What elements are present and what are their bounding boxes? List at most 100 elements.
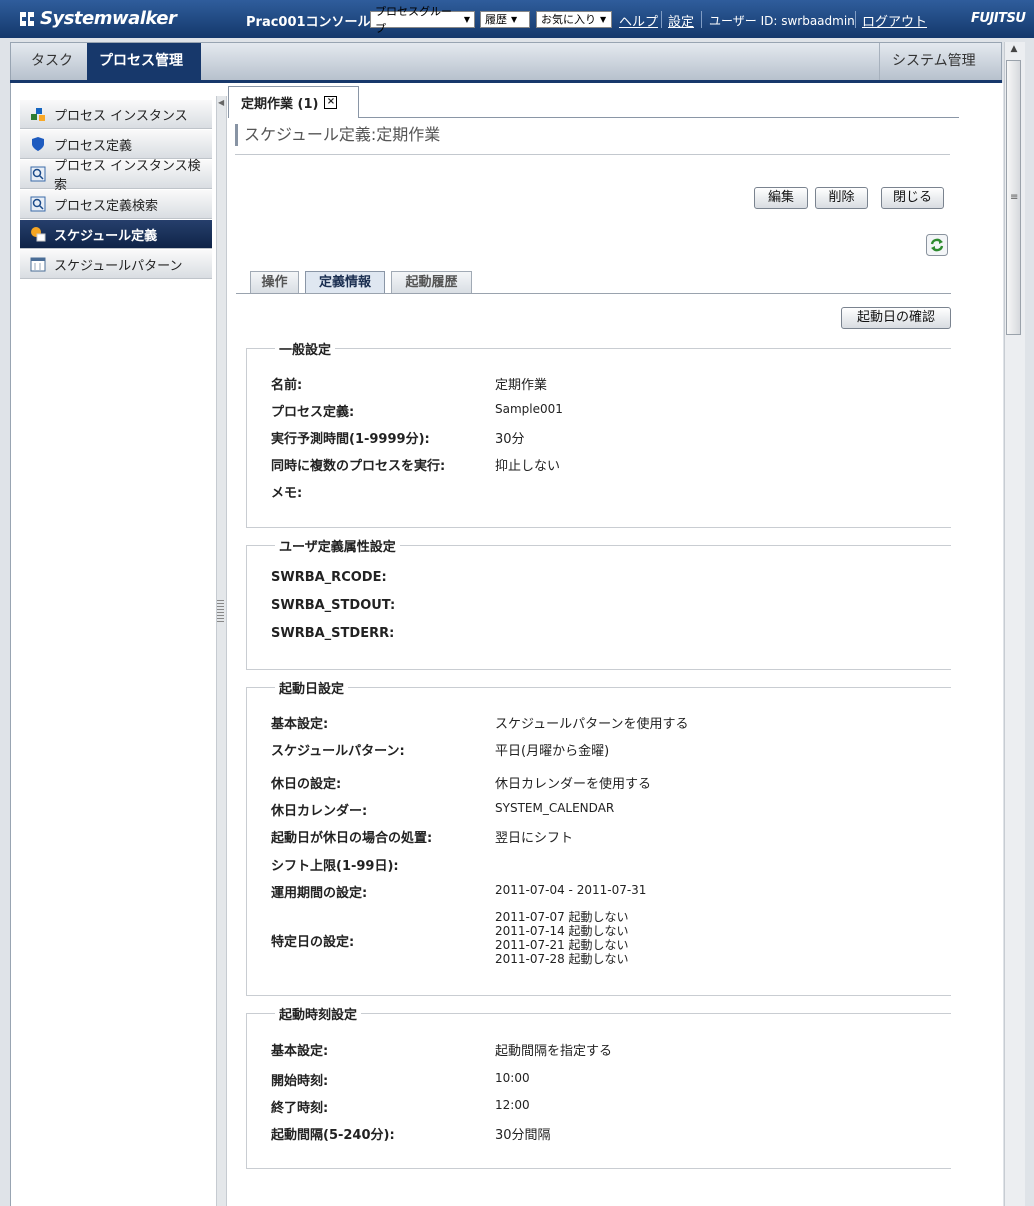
group-legend: 起動時刻設定 (275, 1004, 362, 1023)
close-button[interactable]: 閉じる (881, 187, 944, 209)
sidebar-item-label: スケジュール定義 (54, 228, 158, 244)
field-label: 同時に複数のプロセスを実行: (271, 459, 446, 474)
console-title: Prac001コンソール (246, 15, 371, 30)
specific-date-line: 2011-07-21 起動しない (495, 938, 629, 952)
field-value: 30分 (495, 432, 525, 447)
favorites-label: お気に入り (541, 13, 596, 26)
field-label: 特定日の設定: (271, 935, 355, 950)
user-id-label: ユーザー ID: swrbaadmin (709, 14, 855, 28)
edit-button[interactable]: 編集 (754, 187, 808, 209)
calendar-icon (30, 257, 46, 272)
field-value: 抑止しない (495, 459, 561, 474)
shield-icon (32, 137, 44, 151)
field-label: 基本設定: (271, 1044, 329, 1059)
refresh-icon[interactable] (926, 234, 948, 256)
sidebar: プロセス インスタンス プロセス定義 プロセス インスタンス検索 プロセス定義検… (20, 100, 212, 280)
general-settings-group: 一般設定 名前: 定期作業 プロセス定義: Sample001 実行予測時間(1… (246, 339, 951, 528)
group-legend: 起動日設定 (275, 678, 349, 697)
help-link[interactable]: ヘルプ (619, 11, 658, 30)
tab-task[interactable]: タスク (19, 43, 85, 81)
header-divider (855, 11, 856, 28)
field-label: スケジュールパターン: (271, 744, 405, 759)
sidebar-item-label: プロセス インスタンス検索 (54, 159, 201, 193)
favorites-dropdown[interactable]: お気に入り ▼ (536, 11, 612, 28)
main-nav: タスク プロセス管理 システム管理 (10, 42, 1002, 81)
sidebar-item-schedule-pattern[interactable]: スケジュールパターン (20, 250, 212, 279)
field-label: SWRBA_STDOUT: (271, 598, 396, 613)
history-dropdown[interactable]: 履歴 ▼ (480, 11, 530, 28)
subtab-operations[interactable]: 操作 (250, 271, 299, 293)
field-value: Sample001 (495, 402, 563, 416)
field-value: 翌日にシフト (495, 831, 574, 846)
tab-schedule-document[interactable]: 定期作業 (1) × (228, 86, 359, 118)
field-label: 起動日が休日の場合の処置: (271, 831, 433, 846)
field-value: 2011-07-04 - 2011-07-31 (495, 883, 647, 897)
sidebar-item-label: プロセス インスタンス (54, 108, 188, 124)
field-value: 休日カレンダーを使用する (495, 777, 652, 792)
header-divider (661, 11, 662, 28)
group-legend: ユーザ定義属性設定 (275, 536, 400, 555)
process-group-dropdown[interactable]: プロセスグループ ▼ (370, 5, 475, 35)
field-label: 休日カレンダー: (271, 804, 368, 819)
field-label: 休日の設定: (271, 777, 342, 792)
top-header: Systemwalker Prac001コンソール プロセスグループ ▼ 履歴 … (0, 0, 1034, 38)
search-icon (30, 196, 46, 212)
field-label: 開始時刻: (271, 1074, 329, 1089)
field-label: 起動間隔(5-240分): (271, 1128, 395, 1143)
field-value: 30分間隔 (495, 1128, 551, 1143)
field-value: 10:00 (495, 1071, 530, 1085)
settings-link[interactable]: 設定 (668, 11, 694, 30)
field-label: SWRBA_STDERR: (271, 626, 395, 641)
splitter-grip[interactable] (217, 600, 224, 622)
scroll-grip-icon: ≡ (1010, 192, 1019, 203)
delete-button[interactable]: 削除 (815, 187, 868, 209)
sidebar-item-process-definition-search[interactable]: プロセス定義検索 (20, 190, 212, 219)
specific-dates-list: 2011-07-07 起動しない 2011-07-14 起動しない 2011-0… (495, 910, 629, 966)
tab-system-management[interactable]: システム管理 (879, 43, 1001, 81)
start-time-group: 起動時刻設定 基本設定: 起動間隔を指定する 開始時刻: 10:00 終了時刻:… (246, 1004, 951, 1169)
field-value: 12:00 (495, 1098, 530, 1112)
process-instance-icon (31, 108, 45, 121)
schedule-icon (31, 227, 46, 242)
chevron-down-icon: ▼ (463, 15, 470, 24)
field-value: 起動間隔を指定する (495, 1044, 613, 1059)
field-value: SYSTEM_CALENDAR (495, 801, 615, 815)
field-label: 名前: (271, 378, 303, 393)
search-icon (30, 166, 46, 182)
sidebar-item-label: プロセス定義 (54, 138, 133, 154)
sidebar-item-label: プロセス定義検索 (54, 198, 159, 214)
scroll-up-icon[interactable]: ▲ (1006, 44, 1022, 54)
field-label: 終了時刻: (271, 1101, 329, 1116)
tab-process-management[interactable]: プロセス管理 (87, 43, 201, 81)
process-group-label: プロセスグループ (375, 4, 452, 35)
page-title: スケジュール定義:定期作業 (235, 124, 440, 146)
subtab-definition-info[interactable]: 定義情報 (305, 271, 385, 293)
field-value: 平日(月曜から金曜) (495, 744, 610, 759)
sidebar-item-process-instance-search[interactable]: プロセス インスタンス検索 (20, 159, 212, 193)
start-date-group: 起動日設定 基本設定: スケジュールパターンを使用する スケジュールパターン: … (246, 678, 951, 996)
field-label: 基本設定: (271, 717, 329, 732)
logout-link[interactable]: ログアウト (862, 11, 927, 30)
field-label: 運用期間の設定: (271, 886, 368, 901)
field-value: スケジュールパターンを使用する (495, 717, 689, 732)
close-icon[interactable]: × (324, 96, 338, 109)
tab-strip-line (359, 117, 959, 118)
specific-date-line: 2011-07-14 起動しない (495, 924, 629, 938)
subtab-start-history[interactable]: 起動履歴 (391, 271, 472, 293)
subtab-strip-line (236, 293, 951, 294)
pane-splitter[interactable] (216, 96, 227, 1206)
sidebar-item-process-instance[interactable]: プロセス インスタンス (20, 100, 212, 129)
sidebar-item-schedule-definition[interactable]: スケジュール定義 (20, 220, 212, 249)
sidebar-item-label: スケジュールパターン (54, 258, 183, 274)
collapse-arrow-icon[interactable]: ◀ (218, 98, 224, 107)
systemwalker-logo-icon (20, 11, 34, 26)
history-label: 履歴 (485, 13, 507, 26)
specific-date-line: 2011-07-07 起動しない (495, 910, 629, 924)
field-label: プロセス定義: (271, 405, 355, 420)
chevron-down-icon: ▼ (600, 15, 607, 24)
group-legend: 一般設定 (275, 339, 336, 358)
doc-tab-label: 定期作業 (1) (241, 97, 319, 112)
specific-date-line: 2011-07-28 起動しない (495, 952, 629, 966)
check-start-dates-button[interactable]: 起動日の確認 (841, 307, 951, 329)
field-label: 実行予測時間(1-9999分): (271, 432, 430, 447)
